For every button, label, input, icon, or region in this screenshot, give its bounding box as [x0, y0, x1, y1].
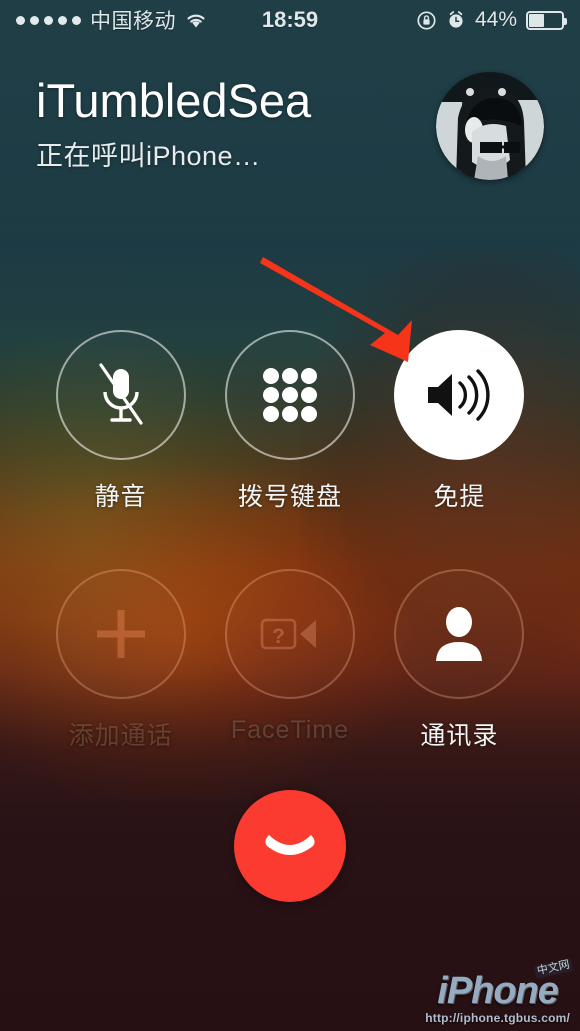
plus-icon	[91, 604, 151, 664]
call-header: iTumbledSea 正在呼叫iPhone…	[0, 72, 580, 180]
call-header-text: iTumbledSea 正在呼叫iPhone…	[36, 72, 311, 173]
battery-icon	[526, 10, 567, 30]
keypad-icon	[262, 367, 318, 423]
status-bar-left: 中国移动	[16, 5, 207, 35]
end-call-button[interactable]	[234, 790, 346, 902]
iphone-call-screen: 中国移动 18:59 44% iTumbledSea 正在呼叫iPhone… 静…	[0, 0, 580, 1031]
keypad-button[interactable]: 拨号键盘	[205, 330, 374, 513]
keypad-button-label: 拨号键盘	[237, 483, 342, 511]
facetime-button-label: FaceTime	[230, 716, 350, 744]
contacts-button-label: 通讯录	[420, 722, 499, 750]
facetime-video-icon: ?	[259, 612, 321, 656]
mute-button-circle[interactable]	[55, 330, 186, 460]
watermark-logo: iPhone 中文网	[437, 958, 573, 1010]
person-icon	[431, 605, 487, 663]
alarm-clock-icon	[446, 10, 466, 30]
contacts-button-circle[interactable]	[394, 569, 525, 699]
mute-button[interactable]: 静音	[36, 330, 205, 513]
contact-avatar	[436, 72, 544, 180]
facetime-button-circle: ?	[224, 569, 355, 699]
contact-name: iTumbledSea	[36, 74, 312, 127]
speaker-icon	[424, 366, 494, 424]
end-call-handset-icon	[259, 829, 321, 863]
site-watermark: iPhone 中文网 http://iphone.tgbus.com/	[425, 958, 573, 1025]
wifi-icon	[185, 12, 207, 29]
end-call-wrapper	[0, 790, 580, 902]
speaker-button-circle[interactable]	[394, 330, 525, 460]
watermark-url: http://iphone.tgbus.com/	[425, 1011, 570, 1025]
speaker-button[interactable]: 免提	[375, 330, 544, 513]
facetime-button: ? FaceTime	[205, 569, 374, 752]
add-call-button: 添加通话	[36, 569, 205, 752]
rotation-lock-icon	[416, 10, 437, 31]
add-call-button-circle	[55, 569, 186, 699]
call-controls-grid: 静音 拨号键盘 免提 添加通话 ? FaceTime 通讯录	[0, 330, 580, 752]
status-bar-right: 44%	[416, 8, 567, 32]
mute-button-label: 静音	[94, 483, 147, 511]
carrier-label: 中国移动	[90, 10, 176, 33]
contacts-button[interactable]: 通讯录	[375, 569, 544, 752]
svg-text:?: ?	[272, 625, 285, 648]
microphone-muted-icon	[92, 363, 150, 427]
keypad-button-circle[interactable]	[224, 330, 355, 460]
call-status-label: 正在呼叫iPhone…	[36, 141, 261, 172]
speaker-button-label: 免提	[433, 483, 486, 511]
battery-percent-label: 44%	[474, 8, 517, 31]
add-call-button-label: 添加通话	[68, 722, 173, 750]
status-bar: 中国移动 18:59 44%	[0, 0, 580, 40]
signal-strength-icon	[16, 15, 81, 25]
